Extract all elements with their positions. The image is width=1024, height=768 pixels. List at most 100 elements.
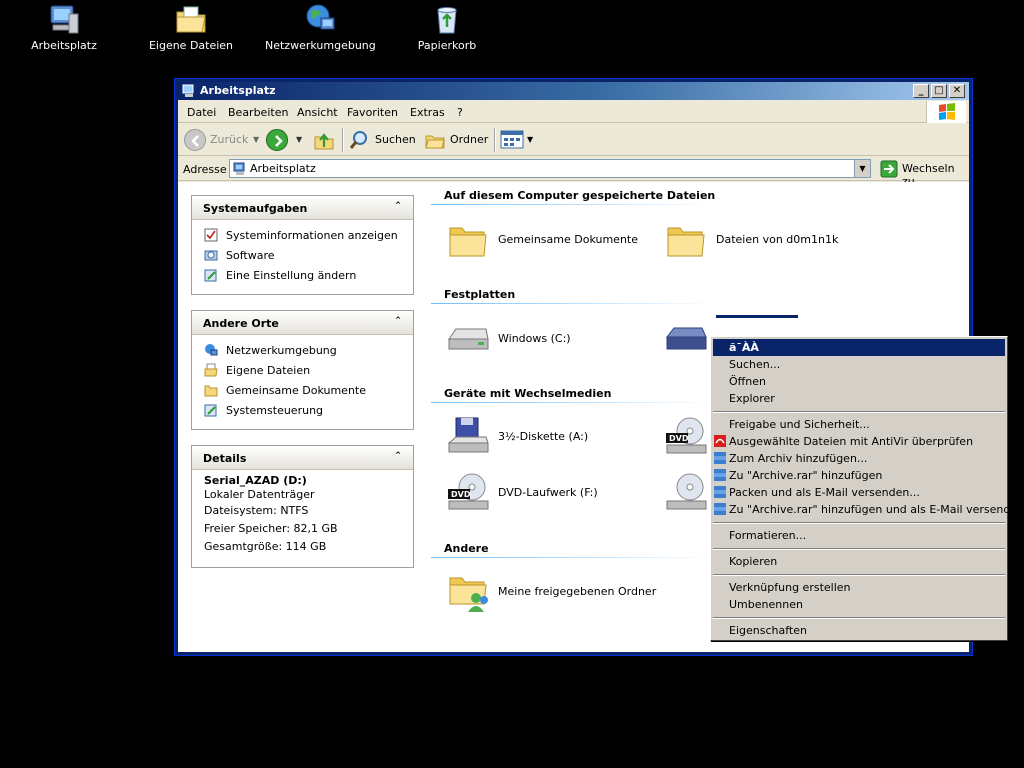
task-change-setting[interactable]: Eine Einstellung ändern: [204, 266, 403, 286]
svg-text:DVD: DVD: [451, 490, 471, 499]
search-button[interactable]: Suchen: [348, 129, 416, 154]
computer-icon: [47, 2, 81, 36]
place-shared-documents[interactable]: Gemeinsame Dokumente: [204, 381, 403, 401]
place-control-panel[interactable]: Systemsteuerung: [204, 401, 403, 421]
views-dropdown-arrow-icon[interactable]: ▼: [527, 135, 533, 144]
control-panel-icon: [204, 268, 218, 282]
pane-details: Details ⌃ Serial_AZAD (D:) Lokaler Daten…: [191, 445, 414, 568]
context-menu-item-search[interactable]: Suchen...: [711, 356, 1007, 373]
menu-help[interactable]: ?: [457, 106, 463, 119]
address-input[interactable]: Arbeitsplatz ▼: [229, 159, 871, 178]
close-button[interactable]: ✕: [949, 84, 965, 98]
winrar-archive-icon: [714, 452, 726, 464]
folder-up-icon: [313, 129, 335, 154]
pane-title: Andere Orte: [203, 317, 279, 330]
details-total-size: Gesamtgröße: 114 GB: [204, 540, 327, 553]
menu-bar: Datei Bearbeiten Ansicht Favoriten Extra…: [178, 101, 969, 123]
section-title-other: Andere: [444, 542, 489, 555]
minimize-button[interactable]: _: [913, 84, 929, 98]
views-button[interactable]: ▼: [500, 129, 536, 151]
details-filesystem: Dateisystem: NTFS: [204, 504, 309, 517]
place-label: Systemsteuerung: [226, 404, 324, 417]
context-menu-item-format[interactable]: Formatieren...: [711, 527, 1007, 544]
pane-system-tasks: Systemaufgaben ⌃ Systeminformationen anz…: [191, 195, 414, 295]
desktop-icon-label: Eigene Dateien: [148, 39, 234, 52]
desktop-icon-network[interactable]: Netzwerkumgebung: [265, 2, 376, 52]
menu-ansicht[interactable]: Ansicht: [297, 106, 338, 119]
section-divider: [431, 402, 716, 403]
computer-icon: [182, 84, 196, 98]
place-network[interactable]: Netzwerkumgebung: [204, 341, 403, 361]
back-button[interactable]: Zurück ▼: [184, 129, 260, 151]
search-label: Suchen: [375, 133, 416, 146]
item-label: 3½-Diskette (A:): [498, 430, 589, 443]
hard-drive-icon: [664, 317, 708, 361]
context-menu-label: Zum Archiv hinzufügen...: [729, 452, 868, 465]
search-icon: [348, 129, 370, 154]
title-bar[interactable]: Arbeitsplatz _ □ ✕: [178, 82, 969, 100]
folder-documents-icon: [204, 363, 218, 377]
place-mydocuments[interactable]: Eigene Dateien: [204, 361, 403, 381]
desktop-icon-mycomputer[interactable]: Arbeitsplatz: [9, 2, 119, 52]
desktop-icon-mydocuments[interactable]: Eigene Dateien: [136, 2, 246, 52]
context-menu-item-create-shortcut[interactable]: Verknüpfung erstellen: [711, 579, 1007, 596]
task-sysinfo[interactable]: Systeminformationen anzeigen: [204, 226, 403, 246]
context-menu-item-add-archive-rar[interactable]: Zu "Archive.rar" hinzufügen: [711, 467, 1007, 484]
context-menu-item-sharing[interactable]: Freigabe und Sicherheit...: [711, 416, 1007, 433]
section-divider: [431, 557, 716, 558]
collapse-chevron-icon[interactable]: ⌃: [391, 450, 405, 464]
folders-button[interactable]: Ordner: [424, 129, 488, 151]
forward-dropdown-arrow-icon[interactable]: ▼: [296, 135, 302, 144]
software-icon: [204, 248, 218, 262]
context-menu-item-antivir[interactable]: Ausgewählte Dateien mit AntiVir überprüf…: [711, 433, 1007, 450]
pane-header[interactable]: Systemaufgaben ⌃: [192, 196, 413, 220]
shared-folder-icon: [446, 570, 490, 614]
address-dropdown-arrow-icon[interactable]: ▼: [854, 160, 870, 177]
menu-favoriten[interactable]: Favoriten: [347, 106, 398, 119]
forward-button[interactable]: ▼: [266, 129, 306, 151]
toolbar-separator: [494, 128, 495, 152]
toolbar: Zurück ▼ ▼ Suchen Ordner ▼: [178, 124, 969, 156]
item-label-selected-edit[interactable]: [716, 315, 798, 318]
context-menu-label: Zu "Archive.rar" hinzufügen: [729, 469, 883, 482]
menu-bearbeiten[interactable]: Bearbeiten: [228, 106, 288, 119]
back-label: Zurück: [210, 133, 249, 146]
pane-title: Systemaufgaben: [203, 202, 308, 215]
context-menu-item-open[interactable]: Öffnen: [711, 373, 1007, 390]
pane-header[interactable]: Details ⌃: [192, 446, 413, 470]
context-menu-separator: [711, 570, 1007, 579]
context-menu-item-add-archive[interactable]: Zum Archiv hinzufügen...: [711, 450, 1007, 467]
task-label: Systeminformationen anzeigen: [226, 229, 398, 242]
desktop-icon-label: Arbeitsplatz: [31, 39, 97, 52]
dvd-drive-icon: DVD: [446, 471, 490, 515]
collapse-chevron-icon[interactable]: ⌃: [391, 200, 405, 214]
section-divider: [431, 303, 716, 304]
details-name: Serial_AZAD (D:): [204, 474, 307, 487]
maximize-button[interactable]: □: [931, 84, 947, 98]
address-bar: Adresse Arbeitsplatz ▼ Wechseln zu: [178, 157, 969, 188]
pane-other-places: Andere Orte ⌃ Netzwerkumgebung Eigene Da…: [191, 310, 414, 430]
go-button[interactable]: Wechseln zu: [878, 159, 968, 188]
back-dropdown-arrow-icon[interactable]: ▼: [253, 135, 259, 144]
context-menu-item-default[interactable]: ã¯ÀÀ: [713, 339, 1005, 356]
context-menu-label: Ausgewählte Dateien mit AntiVir überprüf…: [729, 435, 974, 448]
collapse-chevron-icon[interactable]: ⌃: [391, 315, 405, 329]
context-menu-item-add-rar-email[interactable]: Zu "Archive.rar" hinzufügen und als E-Ma…: [711, 501, 1024, 518]
task-label: Eine Einstellung ändern: [226, 269, 357, 282]
context-menu: ã¯ÀÀ Suchen... Öffnen Explorer Freigabe …: [710, 336, 1024, 641]
desktop-icon-recyclebin[interactable]: Papierkorb: [392, 2, 502, 52]
task-software[interactable]: Software: [204, 246, 403, 266]
context-menu-item-properties[interactable]: Eigenschaften: [711, 622, 1007, 639]
context-menu-item-rename[interactable]: Umbenennen: [711, 596, 1007, 613]
menu-datei[interactable]: Datei: [187, 106, 216, 119]
pane-header[interactable]: Andere Orte ⌃: [192, 311, 413, 335]
context-menu-item-copy[interactable]: Kopieren: [711, 553, 1007, 570]
context-menu-item-pack-email[interactable]: Packen und als E-Mail versenden...: [711, 484, 1007, 501]
place-label: Gemeinsame Dokumente: [226, 384, 366, 397]
section-title-stored: Auf diesem Computer gespeicherte Dateien: [444, 189, 716, 202]
menu-extras[interactable]: Extras: [410, 106, 445, 119]
winrar-archive-icon: [714, 503, 726, 515]
context-menu-item-explorer[interactable]: Explorer: [711, 390, 1007, 407]
up-folder-button[interactable]: [313, 129, 337, 151]
context-menu-separator: [711, 544, 1007, 553]
